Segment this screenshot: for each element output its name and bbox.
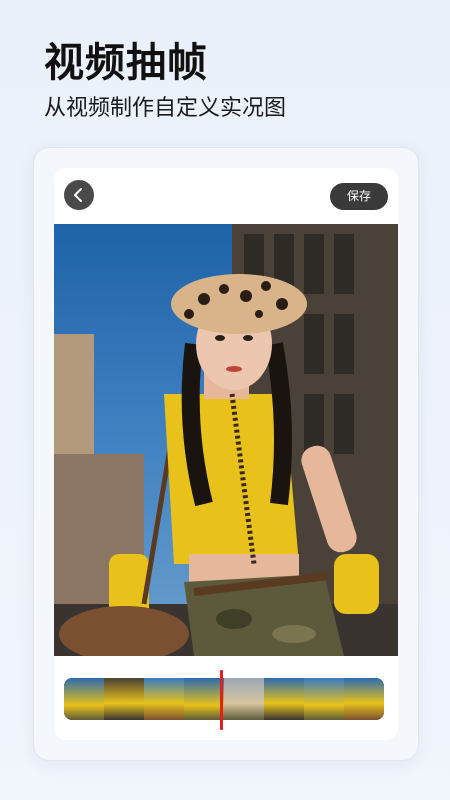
timeline-frame[interactable] xyxy=(344,678,384,720)
page-subtitle: 从视频制作自定义实况图 xyxy=(44,96,287,121)
playhead-marker[interactable] xyxy=(220,670,223,730)
timeline-frame[interactable] xyxy=(144,678,185,720)
chevron-left-icon xyxy=(74,188,82,202)
video-frame-preview xyxy=(54,224,398,656)
frame-timeline[interactable] xyxy=(64,678,384,720)
timeline-frame[interactable] xyxy=(104,678,145,720)
editor-screen: 保存 xyxy=(54,168,398,740)
device-mockup: 保存 xyxy=(33,147,419,761)
back-button[interactable] xyxy=(64,180,94,210)
page-title: 视频抽帧 xyxy=(44,40,208,86)
timeline-frame[interactable] xyxy=(184,678,225,720)
save-button[interactable]: 保存 xyxy=(330,183,388,210)
timeline-frame[interactable] xyxy=(224,678,265,720)
timeline-frame[interactable] xyxy=(64,678,105,720)
timeline-frame[interactable] xyxy=(304,678,345,720)
timeline-frame[interactable] xyxy=(264,678,305,720)
